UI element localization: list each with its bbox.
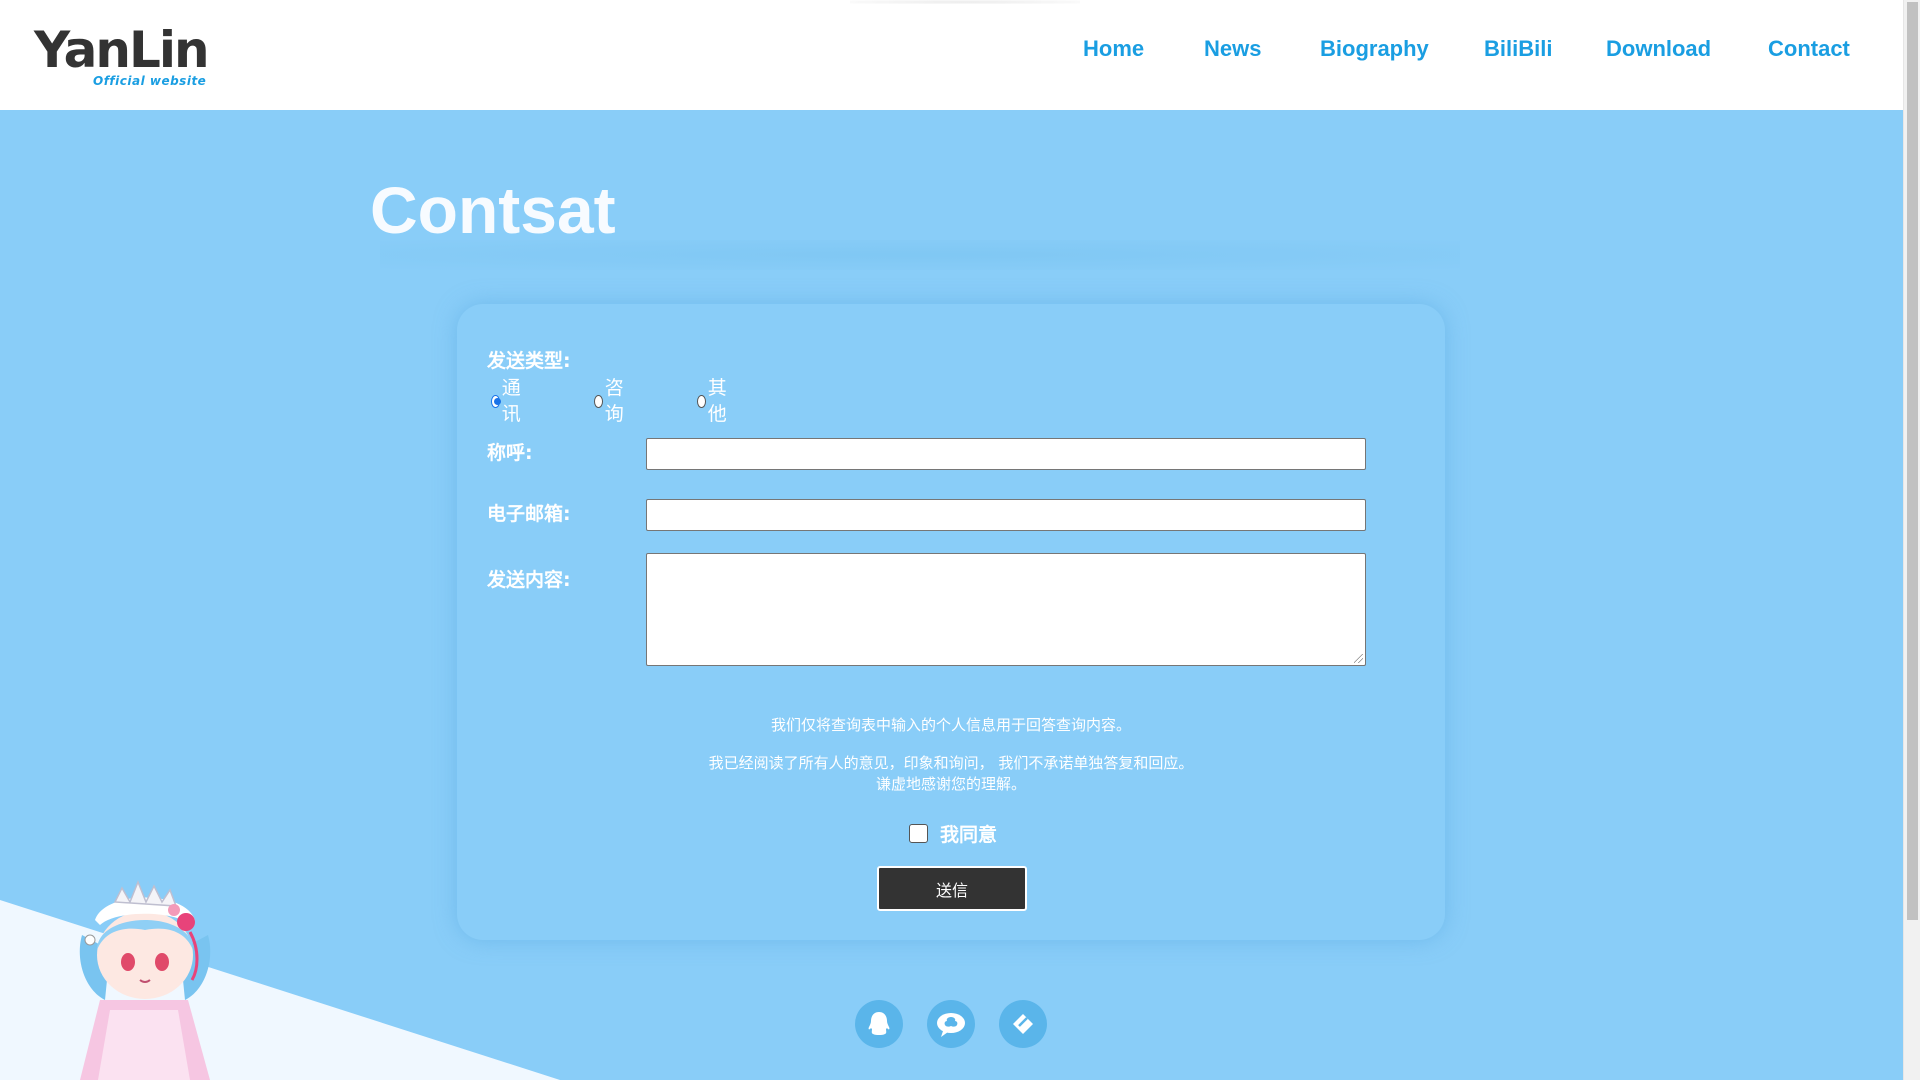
agree-checkbox[interactable] xyxy=(909,823,928,843)
radio-option-inquiry[interactable]: 咨询 xyxy=(594,377,628,425)
main-nav: Home News Biography BiliBili Download Co… xyxy=(0,34,1903,64)
email-label: 电子邮箱: xyxy=(487,503,571,525)
header-shadow xyxy=(850,0,1080,4)
mascot-image xyxy=(79,879,211,1080)
contact-form-card: 发送类型: 通讯 咨询 其他 称呼: 电子邮箱: 发送内容: 我们仅将查询表中输… xyxy=(457,304,1445,940)
qq-link[interactable] xyxy=(855,1000,903,1048)
nav-bilibili[interactable]: BiliBili xyxy=(1484,34,1552,64)
radio-option-communication[interactable]: 通讯 xyxy=(491,377,525,425)
name-input[interactable] xyxy=(646,438,1366,470)
radio-label: 其他 xyxy=(707,377,727,425)
weibo-link[interactable] xyxy=(999,1000,1047,1048)
nav-home[interactable]: Home xyxy=(1083,34,1144,64)
radio-label: 咨询 xyxy=(604,377,624,425)
qq-icon xyxy=(868,1012,890,1035)
nav-news[interactable]: News xyxy=(1204,34,1261,64)
resize-grip-icon[interactable] xyxy=(1354,654,1363,663)
radio-button[interactable] xyxy=(491,394,501,408)
logo-subtitle: Official website xyxy=(93,74,207,88)
name-label: 称呼: xyxy=(487,442,533,464)
scrollbar-thumb[interactable] xyxy=(1907,2,1918,920)
content-textarea[interactable] xyxy=(646,553,1366,666)
radio-button[interactable] xyxy=(697,394,706,408)
send-type-label: 发送类型: xyxy=(487,350,571,372)
agree-label: 我同意 xyxy=(940,823,998,846)
site-header: YanLin Official website Home News Biogra… xyxy=(0,0,1903,110)
content-label: 发送内容: xyxy=(487,569,571,591)
privacy-note: 我们仅将查询表中输入的个人信息用于回答查询内容。 xyxy=(770,716,1131,734)
weibo-icon xyxy=(1013,1014,1033,1034)
wechat-icon xyxy=(937,1013,965,1037)
radio-button[interactable] xyxy=(594,394,603,408)
email-input[interactable] xyxy=(646,499,1366,531)
agree-row[interactable]: 我同意 xyxy=(909,820,997,846)
send-button[interactable]: 送信 xyxy=(877,866,1027,911)
radio-option-other[interactable]: 其他 xyxy=(697,377,731,425)
nav-contact[interactable]: Contact xyxy=(1768,34,1850,64)
nav-biography[interactable]: Biography xyxy=(1320,34,1429,64)
nav-download[interactable]: Download xyxy=(1606,34,1711,64)
page-scrollbar[interactable] xyxy=(1903,0,1920,1080)
response-note: 我已经阅读了所有人的意见，印象和询问， 我们不承诺单独答复和回应。 谦虚地感谢您… xyxy=(708,754,1194,793)
wechat-link[interactable] xyxy=(927,1000,975,1048)
page-title: Contsat xyxy=(370,173,616,247)
radio-label: 通讯 xyxy=(501,377,521,425)
